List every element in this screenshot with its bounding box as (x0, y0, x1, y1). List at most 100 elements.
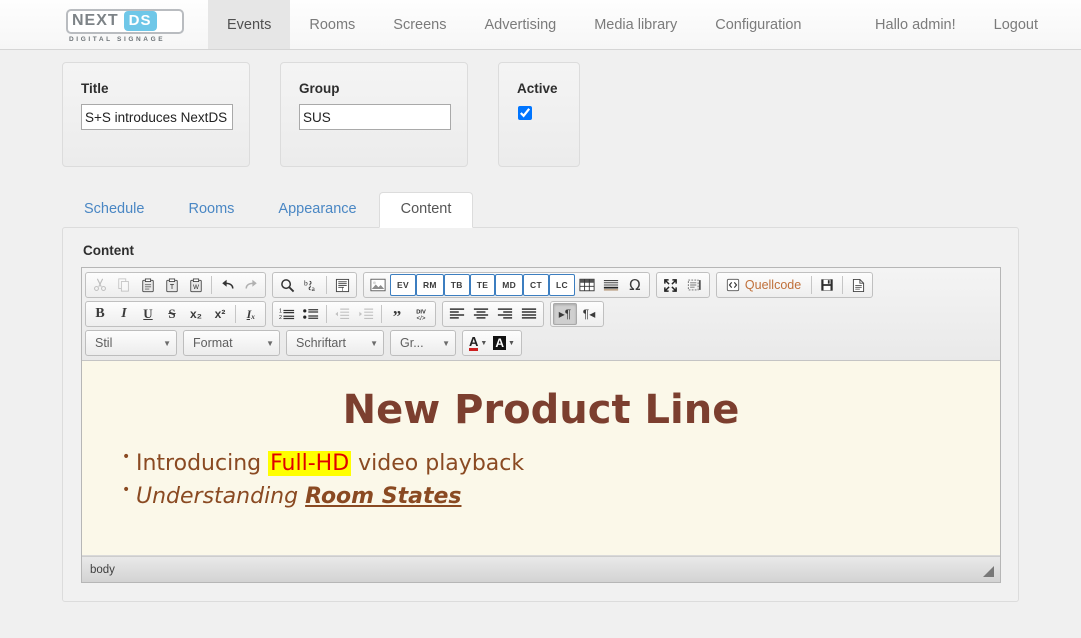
blockquote-icon[interactable]: ” (385, 303, 409, 325)
redo-icon[interactable] (239, 274, 263, 296)
underline-icon[interactable]: U (136, 303, 160, 325)
logo-badge: DS (123, 11, 157, 31)
event-tabs: Schedule Rooms Appearance Content (62, 189, 1081, 228)
save-icon[interactable] (815, 274, 839, 296)
group-input[interactable] (299, 104, 451, 130)
clipboard-group: T W (85, 272, 266, 298)
create-div-icon[interactable]: DIV </> (409, 303, 433, 325)
font-combo[interactable]: Schriftart ▼ (286, 330, 384, 356)
resize-handle[interactable] (983, 566, 994, 577)
text-direction-ltr-icon[interactable]: ▸¶ (553, 303, 577, 325)
outdent-icon[interactable] (330, 303, 354, 325)
strikethrough-icon[interactable]: S (160, 303, 184, 325)
list-item: Understanding Room States (122, 482, 978, 509)
toolbar-separator (381, 305, 382, 323)
nav-item-rooms[interactable]: Rooms (290, 0, 374, 49)
toolbar-separator (842, 276, 844, 294)
document-group: Quellcode (715, 272, 874, 298)
search-icon[interactable] (275, 274, 299, 296)
logout-link[interactable]: Logout (975, 0, 1057, 49)
show-blocks-icon[interactable] (683, 274, 707, 296)
tab-appearance[interactable]: Appearance (256, 192, 378, 227)
numbered-list-icon[interactable]: 12 (275, 303, 299, 325)
bullet-text-italic: Understanding (136, 484, 306, 509)
special-char-icon[interactable]: Ω (623, 274, 647, 296)
italic-icon[interactable]: I (112, 303, 136, 325)
nav-item-media-library[interactable]: Media library (575, 0, 696, 49)
toolbar-separator (211, 276, 212, 294)
new-page-icon[interactable] (846, 274, 870, 296)
editor-body[interactable]: New Product Line Introducing Full-HD vid… (82, 361, 1000, 556)
indent-icon[interactable] (354, 303, 378, 325)
horizontal-rule-icon[interactable] (599, 274, 623, 296)
bullet-text-bold-italic-underline: Room States (305, 484, 462, 509)
source-code-button[interactable]: Quellcode (719, 274, 808, 296)
bullet-text-plain: Introducing (136, 451, 269, 476)
insert-ct-button[interactable]: CT (523, 274, 549, 296)
insert-ev-button[interactable]: EV (390, 274, 416, 296)
svg-text:a: a (311, 284, 315, 293)
replace-icon[interactable]: ba (299, 274, 323, 296)
align-left-icon[interactable] (445, 303, 469, 325)
paste-text-icon[interactable]: T (160, 274, 184, 296)
nav-item-screens[interactable]: Screens (374, 0, 465, 49)
image-icon[interactable] (366, 274, 390, 296)
title-label: Title (81, 81, 109, 96)
maximize-icon[interactable] (659, 274, 683, 296)
superscript-icon[interactable]: x² (208, 303, 232, 325)
undo-icon[interactable] (215, 274, 239, 296)
table-icon[interactable] (575, 274, 599, 296)
rich-text-editor: T W b a I EV RM TB TE MD CT LC Ω Quellco… (81, 267, 1001, 583)
select-all-icon[interactable]: I (330, 274, 354, 296)
insert-tb-button[interactable]: TB (443, 274, 470, 296)
insert-md-button[interactable]: MD (495, 274, 524, 296)
title-input[interactable] (81, 104, 233, 130)
align-group (442, 301, 544, 327)
event-fields: Title Group Active (0, 50, 1081, 167)
active-checkbox[interactable] (518, 106, 532, 120)
toolbar-row-1: T W b a I EV RM TB TE MD CT LC Ω Quellco… (85, 272, 997, 298)
fontsize-combo[interactable]: Gr... ▼ (390, 330, 456, 356)
nav-item-advertising[interactable]: Advertising (465, 0, 575, 49)
title-panel: Title (62, 62, 250, 167)
bulleted-list-icon[interactable] (299, 303, 323, 325)
text-color-button[interactable]: A ▼ (466, 332, 490, 354)
tab-schedule[interactable]: Schedule (62, 192, 166, 227)
align-right-icon[interactable] (493, 303, 517, 325)
svg-text:2: 2 (279, 315, 282, 321)
bullet-text-plain-2: video playback (351, 451, 525, 476)
find-group: ba I (272, 272, 357, 298)
insert-rm-button[interactable]: RM (415, 274, 444, 296)
chevron-down-icon: ▼ (266, 338, 274, 348)
direction-group: ▸¶ ¶◂ (550, 301, 604, 327)
text-direction-rtl-icon[interactable]: ¶◂ (577, 303, 601, 325)
tab-rooms[interactable]: Rooms (166, 192, 256, 227)
background-color-button[interactable]: A ▼ (490, 332, 518, 354)
insert-lc-button[interactable]: LC (548, 274, 575, 296)
subscript-icon[interactable]: x₂ (184, 303, 208, 325)
fontsize-combo-label: Gr... (400, 336, 424, 350)
paste-icon[interactable] (136, 274, 160, 296)
chevron-down-icon: ▼ (480, 339, 488, 347)
paste-word-icon[interactable]: W (184, 274, 208, 296)
nav-item-events[interactable]: Events (208, 0, 291, 49)
remove-format-icon[interactable]: Iₓ (239, 303, 263, 325)
document-bullet-list: Introducing Full-HD video playback Under… (122, 449, 978, 509)
copy-icon[interactable] (112, 274, 136, 296)
svg-text:</>: </> (417, 314, 426, 321)
cut-icon[interactable] (88, 274, 112, 296)
element-path[interactable]: body (90, 564, 115, 576)
format-combo[interactable]: Format ▼ (183, 330, 280, 356)
insert-te-button[interactable]: TE (469, 274, 496, 296)
svg-text:T: T (170, 284, 175, 291)
content-card: Content T W b a I EV RM TB TE MD CT LC Ω… (62, 227, 1019, 602)
align-center-icon[interactable] (469, 303, 493, 325)
tab-content[interactable]: Content (378, 192, 474, 228)
styles-combo-label: Stil (95, 336, 113, 350)
logo-subtitle: DIGITAL SIGNAGE (69, 35, 166, 43)
styles-combo[interactable]: Stil ▼ (85, 330, 177, 356)
align-justify-icon[interactable] (517, 303, 541, 325)
bold-icon[interactable]: B (88, 303, 112, 325)
brand-logo[interactable]: NEXT DS DIGITAL SIGNAGE (66, 0, 194, 49)
nav-item-configuration[interactable]: Configuration (696, 0, 820, 49)
